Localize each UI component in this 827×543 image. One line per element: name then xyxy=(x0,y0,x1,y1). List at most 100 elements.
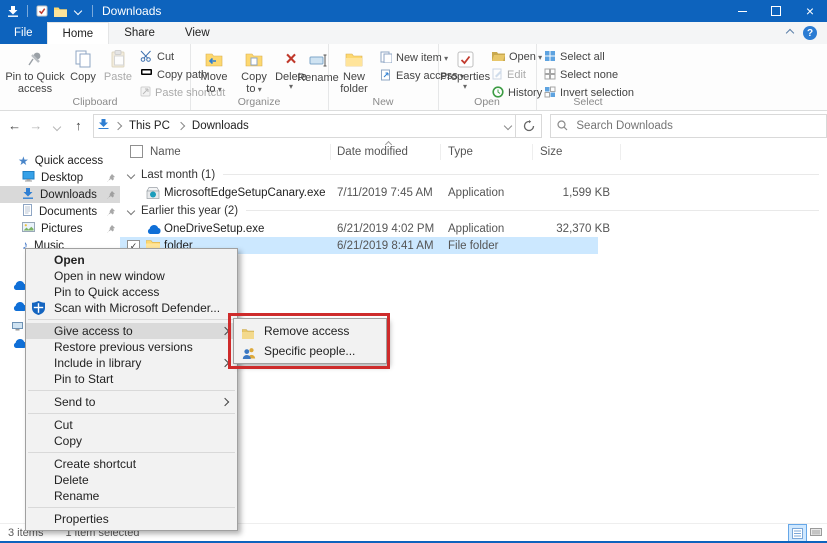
select-all-button[interactable]: Select all xyxy=(544,49,605,65)
collapse-ribbon-icon[interactable] xyxy=(785,27,795,39)
ribbon-group-clipboard: Pin to Quick access Copy Paste Cut Copy … xyxy=(0,44,225,110)
file-row-onedrive-setup[interactable]: OneDriveSetup.exe 6/21/2019 4:02 PM Appl… xyxy=(120,220,827,237)
menu-item-restore-previous-versions[interactable]: Restore previous versions xyxy=(26,339,237,355)
menu-item-create-shortcut[interactable]: Create shortcut xyxy=(26,456,237,472)
breadcrumb-this-pc[interactable]: This PC xyxy=(127,120,172,132)
menu-item-label: Include in library xyxy=(54,356,142,370)
sidebar-item-documents[interactable]: Documents xyxy=(0,203,120,220)
copy-to-icon xyxy=(245,47,263,71)
column-header-type[interactable]: Type xyxy=(448,146,473,158)
large-icons-view-button[interactable] xyxy=(807,524,824,540)
move-to-button[interactable]: Move to xyxy=(196,47,232,96)
refresh-button[interactable] xyxy=(516,113,543,138)
ribbon: Pin to Quick access Copy Paste Cut Copy … xyxy=(0,44,827,111)
copy-to-button[interactable]: Copy to xyxy=(236,47,272,96)
up-button[interactable]: ↑ xyxy=(68,118,89,133)
sidebar-item-quick-access[interactable]: ★ Quick access xyxy=(0,152,120,169)
qat-properties-icon[interactable] xyxy=(33,0,51,22)
help-icon[interactable]: ? xyxy=(803,26,817,40)
file-date: 6/21/2019 8:41 AM xyxy=(337,239,434,252)
submenu-item-label: Specific people... xyxy=(264,344,356,358)
forward-button[interactable]: → xyxy=(25,118,46,133)
search-input[interactable] xyxy=(574,118,821,133)
pin-to-quick-access-button[interactable]: Pin to Quick access xyxy=(4,47,66,95)
edit-button[interactable]: Edit xyxy=(492,67,526,83)
tab-share[interactable]: Share xyxy=(109,22,170,44)
cut-button[interactable]: Cut xyxy=(140,49,174,65)
menu-item-scan-with-defender[interactable]: Scan with Microsoft Defender... xyxy=(26,300,237,316)
properties-button[interactable]: Properties xyxy=(440,47,490,91)
search-icon xyxy=(557,120,568,131)
tab-file[interactable]: File xyxy=(0,22,47,44)
menu-item-open[interactable]: Open xyxy=(26,252,237,268)
menu-item-pin-to-start[interactable]: Pin to Start xyxy=(26,371,237,387)
details-view-button[interactable] xyxy=(788,524,807,542)
close-button[interactable]: × xyxy=(793,0,827,22)
select-all-checkbox[interactable] xyxy=(130,145,143,161)
copy-button[interactable]: Copy xyxy=(66,47,100,83)
tab-view[interactable]: View xyxy=(170,22,225,44)
menu-item-rename[interactable]: Rename xyxy=(26,488,237,504)
explorer-window: Downloads × File Home Share View ? Pin t… xyxy=(0,0,827,543)
downloads-icon xyxy=(22,187,34,202)
column-header-date-modified[interactable]: Date modified xyxy=(337,146,408,158)
qat-new-folder-icon[interactable] xyxy=(51,0,69,22)
breadcrumb-chevron-icon[interactable] xyxy=(176,121,186,130)
file-name: MicrosoftEdgeSetupCanary.exe xyxy=(164,186,326,199)
sidebar-item-downloads[interactable]: Downloads xyxy=(0,186,120,203)
this-pc-icon xyxy=(12,322,23,334)
submenu-item-remove-access[interactable]: Remove access xyxy=(234,321,386,341)
address-bar[interactable]: This PC Downloads xyxy=(93,113,517,138)
menu-item-copy[interactable]: Copy xyxy=(26,433,237,449)
recent-locations-chevron-icon[interactable] xyxy=(47,118,68,133)
select-none-icon xyxy=(544,68,556,83)
rename-icon xyxy=(309,48,327,72)
new-folder-icon xyxy=(345,47,363,71)
menu-item-label: Give access to xyxy=(54,324,133,338)
new-folder-button[interactable]: New folder xyxy=(334,47,374,95)
menu-item-properties[interactable]: Properties xyxy=(26,511,237,527)
address-dropdown-icon[interactable] xyxy=(504,120,513,132)
open-button[interactable]: Open xyxy=(492,49,542,65)
paste-button[interactable]: Paste xyxy=(100,47,136,83)
file-date: 7/11/2019 7:45 AM xyxy=(337,186,433,199)
menu-item-delete[interactable]: Delete xyxy=(26,472,237,488)
desktop-icon xyxy=(22,170,35,185)
back-button[interactable]: ← xyxy=(4,118,25,133)
menu-item-label: Send to xyxy=(54,395,96,409)
pictures-icon xyxy=(22,222,35,235)
pin-icon xyxy=(107,224,115,236)
group-label: Organize xyxy=(237,96,281,108)
menu-item-give-access-to[interactable]: Give access to xyxy=(26,323,237,339)
menu-item-cut[interactable]: Cut xyxy=(26,417,237,433)
menu-item-pin-to-quick-access[interactable]: Pin to Quick access xyxy=(26,284,237,300)
group-header-last-month[interactable]: Last month (1) xyxy=(120,166,827,183)
button-label: Edit xyxy=(507,69,526,81)
minimize-button[interactable] xyxy=(725,0,759,22)
column-header-size[interactable]: Size xyxy=(540,146,562,158)
search-box[interactable] xyxy=(550,113,827,138)
sidebar-item-pictures[interactable]: Pictures xyxy=(0,220,120,237)
file-row-microsoft-edge-setup[interactable]: MicrosoftEdgeSetupCanary.exe 7/11/2019 7… xyxy=(120,184,827,201)
menu-item-include-in-library[interactable]: Include in library xyxy=(26,355,237,371)
breadcrumb-downloads[interactable]: Downloads xyxy=(190,120,251,132)
qat-customize-chevron-icon[interactable] xyxy=(69,0,87,22)
sidebar-item-desktop[interactable]: Desktop xyxy=(0,169,120,186)
ribbon-group-select: Select all Select none Invert selection … xyxy=(536,44,640,110)
file-name: OneDriveSetup.exe xyxy=(164,222,265,235)
refresh-icon xyxy=(523,119,534,131)
maximize-button[interactable] xyxy=(759,0,793,22)
group-header-earlier-this-year[interactable]: Earlier this year (2) xyxy=(120,202,827,219)
select-none-button[interactable]: Select none xyxy=(544,67,618,83)
submenu-item-specific-people[interactable]: Specific people... xyxy=(234,341,386,361)
breadcrumb-chevron-icon[interactable] xyxy=(113,121,123,130)
group-collapse-chevron-icon[interactable] xyxy=(126,205,136,217)
menu-item-open-in-new-window[interactable]: Open in new window xyxy=(26,268,237,284)
tab-home[interactable]: Home xyxy=(46,22,110,45)
button-label: Copy to xyxy=(236,71,272,96)
column-header-name[interactable]: Name xyxy=(150,146,181,158)
group-label: Clipboard xyxy=(72,96,118,108)
edit-icon xyxy=(492,68,503,83)
group-collapse-chevron-icon[interactable] xyxy=(126,169,136,181)
menu-item-send-to[interactable]: Send to xyxy=(26,394,237,410)
